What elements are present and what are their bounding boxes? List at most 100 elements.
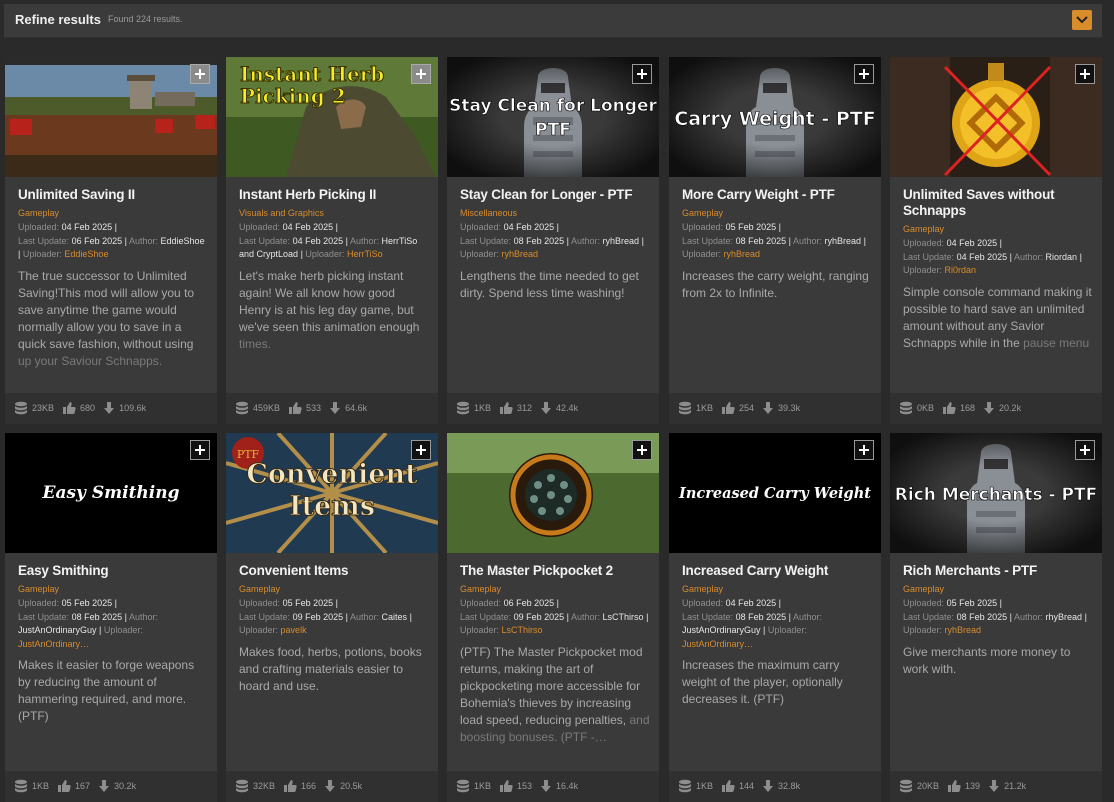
mod-title[interactable]: More Carry Weight - PTF [682,187,872,203]
author-link[interactable]: rhyBread [1046,612,1083,622]
mod-title[interactable]: Instant Herb Picking II [239,187,429,203]
uploaded-label: Uploaded: [903,598,945,608]
author-link[interactable]: LsCThirso [603,612,644,622]
mod-category[interactable]: Miscellaneous [460,207,650,219]
mod-thumbnail[interactable]: Easy Smithing [5,433,217,553]
mod-title[interactable]: Stay Clean for Longer - PTF [460,187,650,203]
mod-tile[interactable]: Unlimited Saves without Schnapps Gameplay… [890,57,1102,424]
mod-thumbnail[interactable] [447,433,659,553]
mod-category[interactable]: Gameplay [682,207,872,219]
mod-title[interactable]: Convenient Items [239,563,429,579]
add-to-collection-button[interactable] [1075,64,1095,84]
author-link[interactable]: JustAnOrdinaryGuy [18,625,97,635]
author-label: Author: [128,611,159,622]
mod-thumbnail[interactable] [5,57,217,177]
author-link[interactable]: ryhBread [825,236,862,246]
author-link[interactable]: JustAnOrdinaryGuy [682,625,761,635]
expand-filters-toggle[interactable] [1072,10,1092,30]
mod-tile[interactable]: Instant Herb Picking 2 Instant Herb Pick… [226,57,438,424]
description-text: Increases the carry weight, ranging from… [682,268,869,300]
mod-category[interactable]: Gameplay [903,223,1093,235]
separator: | [763,625,766,635]
mod-category[interactable]: Gameplay [18,207,208,219]
author-link[interactable]: ryhBread [603,236,640,246]
author-link[interactable]: Caites [382,612,408,622]
last-update-label: Last Update: [903,611,955,622]
mod-thumbnail[interactable]: Carry Weight - PTF [669,57,881,177]
mod-category[interactable]: Gameplay [460,583,650,595]
uploader-link[interactable]: JustAnOrdinary… [18,639,89,649]
mod-tile[interactable]: The Master Pickpocket 2 Gameplay Uploaded:… [447,433,659,802]
mod-category[interactable]: Visuals and Graphics [239,207,429,219]
uploader-link[interactable]: pavelk [281,625,307,635]
description-text: Give merchants more money to work with. [903,644,1071,676]
mod-tile[interactable]: Unlimited Saving II Gameplay Uploaded: 04 … [5,57,217,424]
uploader-link[interactable]: JustAnOrdinary… [682,639,753,649]
separator: | [18,249,21,259]
mod-stats-bar: 23KB 680 109.6k [5,393,217,424]
mod-thumbnail[interactable]: Stay Clean for Longer PTF [447,57,659,177]
separator: | [646,611,649,622]
author-link[interactable]: Riordan [1046,252,1078,262]
endorsement-count: 144 [739,781,755,791]
database-icon [235,401,249,415]
endorsement-count: 168 [960,403,976,413]
uploaded-label: Uploaded: [239,222,281,232]
add-to-collection-button[interactable] [854,64,874,84]
mod-tile[interactable]: Increased Carry Weight Increased Carry W… [669,433,881,802]
add-to-collection-button[interactable] [190,64,210,84]
mod-category[interactable]: Gameplay [903,583,1093,595]
description-text: (PTF) The Master Pickpocket mod returns,… [460,644,643,727]
uploader-link[interactable]: LsCThirso [502,625,543,635]
database-icon [678,779,692,793]
uploader-link[interactable]: HerrTiSo [347,249,383,259]
mod-tile[interactable]: Carry Weight - PTF More Carry Weight - P… [669,57,881,424]
mod-thumbnail[interactable]: Increased Carry Weight [669,433,881,553]
mod-thumbnail[interactable]: Instant Herb Picking 2 [226,57,438,177]
add-to-collection-button[interactable] [632,440,652,460]
uploaded-date: 04 Feb 2025 [725,598,777,608]
download-icon [329,402,341,414]
mod-title[interactable]: Easy Smithing [18,563,208,579]
last-update-label: Last Update: [460,611,512,622]
uploader-link[interactable]: EddieShoe [64,249,108,259]
last-update-label: Last Update: [239,235,291,246]
mod-description: Increases the maximum carry weight of th… [682,657,872,708]
mod-thumbnail[interactable]: Rich Merchants - PTF [890,433,1102,553]
separator: | [124,235,127,246]
mod-thumbnail[interactable] [890,57,1102,177]
last-update-date: 08 Feb 2025 [513,235,565,246]
description-text: Let's make herb picking instant again! W… [239,268,420,334]
add-to-collection-button[interactable] [632,64,652,84]
thumbnail-title-line1: Convenient [246,459,418,490]
thumbnail-title: Easy Smithing [42,483,180,503]
mod-title[interactable]: Unlimited Saves without Schnapps [903,187,1093,219]
author-label: Author: [1013,251,1044,262]
mod-category[interactable]: Gameplay [682,583,872,595]
author-link[interactable]: EddieShoe [161,236,205,246]
mod-title[interactable]: Increased Carry Weight [682,563,872,579]
mod-tile[interactable]: Rich Merchants - PTF Rich Merchants - PT… [890,433,1102,802]
uploader-link[interactable]: ryhBread [502,249,539,259]
mod-title[interactable]: Rich Merchants - PTF [903,563,1093,579]
add-to-collection-button[interactable] [854,440,874,460]
add-to-collection-button[interactable] [1075,440,1095,460]
mod-category[interactable]: Gameplay [239,583,429,595]
add-to-collection-button[interactable] [190,440,210,460]
mod-title[interactable]: Unlimited Saving II [18,187,208,203]
mod-title[interactable]: The Master Pickpocket 2 [460,563,650,579]
uploader-link[interactable]: Ri0rdan [945,265,977,275]
separator: | [788,235,791,246]
endorsement-count: 254 [739,403,755,413]
mod-tile[interactable]: PTF Convenient Items Convenient Items Gam… [226,433,438,802]
mod-tile[interactable]: Stay Clean for Longer PTF Stay Clean for… [447,57,659,424]
mod-thumbnail[interactable]: PTF Convenient Items [226,433,438,553]
add-to-collection-button[interactable] [411,440,431,460]
uploader-link[interactable]: ryhBread [945,625,982,635]
file-size: 1KB [474,781,492,791]
mod-category[interactable]: Gameplay [18,583,208,595]
mod-tile[interactable]: Easy Smithing Easy Smithing Gameplay Uploa… [5,433,217,802]
add-to-collection-button[interactable] [411,64,431,84]
uploader-link[interactable]: ryhBread [724,249,761,259]
uploader-label: Uploader: [22,249,62,259]
